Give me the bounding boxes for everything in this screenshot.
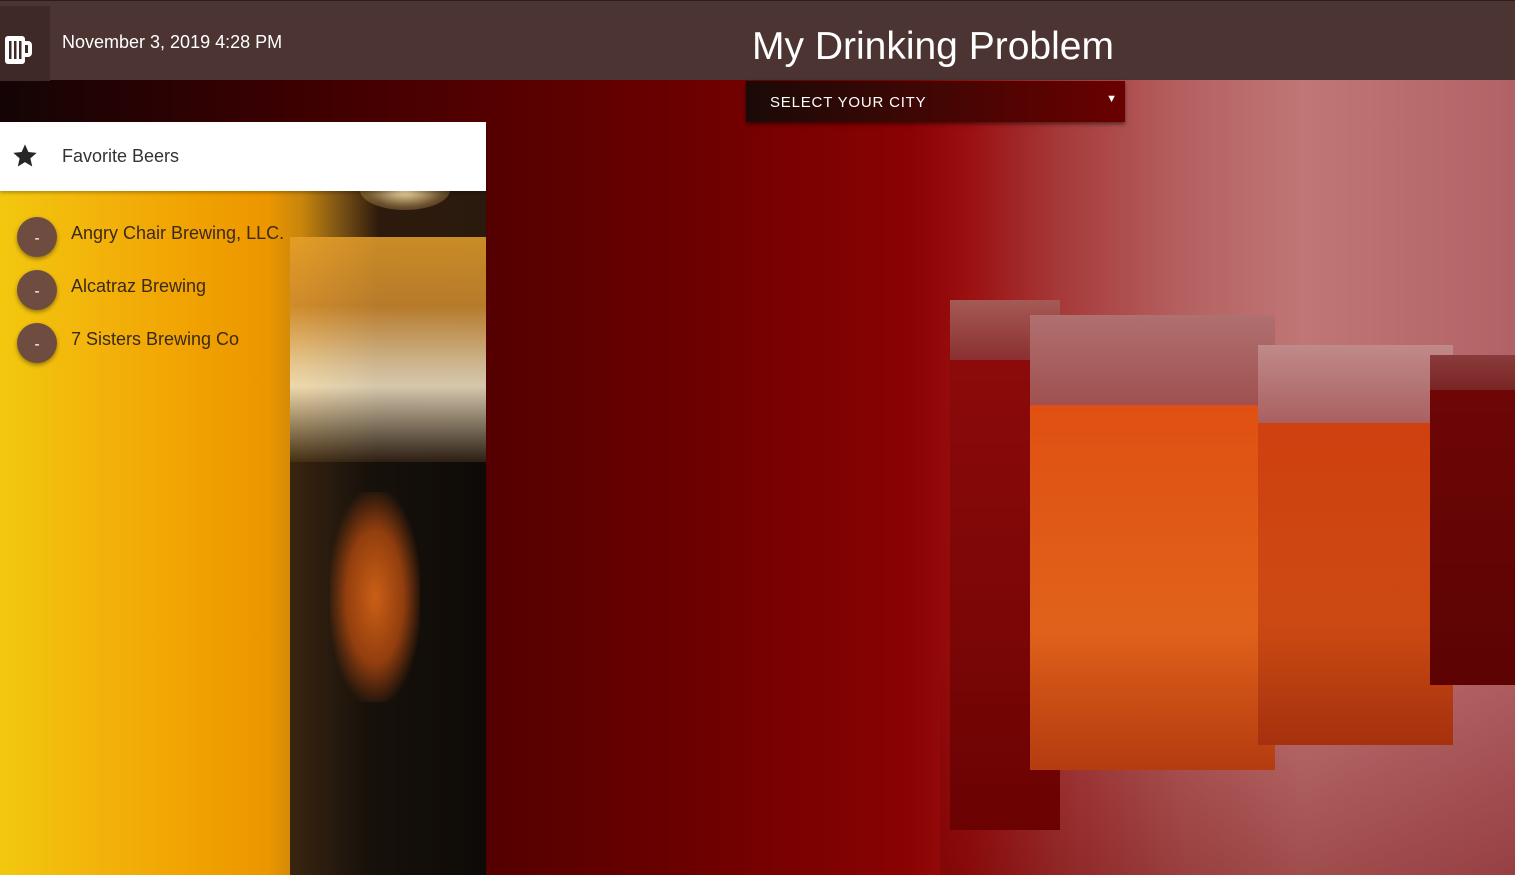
page-title: My Drinking Problem — [752, 25, 1114, 68]
logo-button[interactable] — [0, 6, 50, 81]
favorites-title: Favorite Beers — [62, 146, 180, 166]
list-item: - Angry Chair Brewing, LLC. — [0, 215, 486, 268]
chevron-down-icon: ▼ — [1106, 93, 1117, 105]
list-item: - 7 Sisters Brewing Co — [0, 321, 486, 374]
brewery-name: 7 Sisters Brewing Co — [71, 329, 240, 349]
city-select-label: SELECT YOUR CITY — [770, 94, 927, 111]
beer-mug-icon — [5, 36, 32, 64]
app-header: November 3, 2019 4:28 PM My Drinking Pro… — [0, 0, 1515, 81]
star-icon — [11, 142, 39, 175]
city-select-dropdown[interactable]: SELECT YOUR CITY ▼ — [746, 81, 1125, 122]
favorites-list: - Angry Chair Brewing, LLC. - Alcatraz B… — [0, 215, 486, 374]
remove-favorite-button[interactable]: - — [17, 217, 57, 257]
current-datetime: November 3, 2019 4:28 PM — [62, 32, 283, 52]
remove-favorite-button[interactable]: - — [17, 270, 57, 310]
favorites-header: Favorite Beers — [0, 122, 486, 191]
brewery-name: Angry Chair Brewing, LLC. — [71, 223, 285, 243]
brewery-name: Alcatraz Brewing — [71, 276, 207, 296]
remove-favorite-button[interactable]: - — [17, 323, 57, 363]
list-item: - Alcatraz Brewing — [0, 268, 486, 321]
